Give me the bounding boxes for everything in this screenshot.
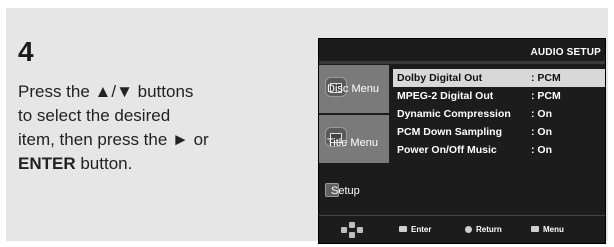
- menu-item-power-on-off-music[interactable]: Power On/Off Music : On: [393, 141, 605, 159]
- instruction-line-4-rest: button.: [75, 154, 133, 173]
- sidebar-item-label: Setup: [331, 185, 360, 197]
- header-divider: [319, 61, 605, 64]
- nav-left-icon: [341, 227, 347, 233]
- sidebar-item-title-menu[interactable]: Title Menu: [319, 115, 389, 163]
- menu-item-value: : On: [531, 108, 552, 120]
- enter-key-label: ENTER: [18, 154, 76, 173]
- footer-return-label: Return: [476, 225, 502, 234]
- footer-enter: Enter: [399, 225, 431, 234]
- menu-item-label: MPEG-2 Digital Out: [397, 90, 494, 102]
- return-icon: [465, 226, 472, 233]
- nav-right-icon: [357, 227, 363, 233]
- menu-item-value: : PCM: [531, 90, 561, 102]
- instruction-line-4: ENTER button.: [18, 152, 288, 176]
- screen-footer: Enter Return Menu: [319, 215, 605, 243]
- footer-menu-label: Menu: [543, 225, 564, 234]
- nav-up-icon: [349, 222, 355, 228]
- navigation-pad-icon: [341, 222, 363, 238]
- footer-menu: Menu: [531, 225, 564, 234]
- screen-header: AUDIO SETUP: [319, 39, 605, 61]
- enter-icon: [399, 226, 407, 232]
- instruction-line-2: to select the desired: [18, 106, 171, 125]
- footer-enter-label: Enter: [411, 225, 432, 234]
- sidebar-item-label: Disc Menu: [327, 83, 379, 95]
- menu-item-label: Dolby Digital Out: [397, 72, 483, 84]
- menu-item-mpeg2-digital-out[interactable]: MPEG-2 Digital Out : PCM: [393, 87, 605, 105]
- menu-item-label: Power On/Off Music: [397, 144, 497, 156]
- menu-item-pcm-down-sampling[interactable]: PCM Down Sampling : On: [393, 123, 605, 141]
- menu-item-dynamic-compression[interactable]: Dynamic Compression : On: [393, 105, 605, 123]
- screen-title: AUDIO SETUP: [530, 47, 601, 58]
- setup-sidebar: Disc Menu Title Menu Setup: [319, 65, 389, 215]
- menu-item-value: : On: [531, 144, 552, 156]
- menu-item-value: : PCM: [531, 72, 561, 84]
- sidebar-item-label: Title Menu: [327, 137, 378, 149]
- sidebar-item-setup[interactable]: Setup: [319, 165, 389, 213]
- menu-item-dolby-digital-out[interactable]: Dolby Digital Out : PCM: [393, 69, 605, 87]
- audio-setup-menu: Dolby Digital Out : PCM MPEG-2 Digital O…: [393, 69, 605, 159]
- menu-icon: [531, 226, 539, 232]
- step-instruction: Press the ▲/▼ buttons to select the desi…: [18, 80, 288, 176]
- footer-return: Return: [465, 225, 502, 234]
- nav-down-icon: [349, 232, 355, 238]
- instruction-line-3: item, then press the ► or: [18, 130, 209, 149]
- menu-item-label: PCM Down Sampling: [397, 126, 502, 138]
- instruction-panel: 4 Press the ▲/▼ buttons to select the de…: [6, 8, 608, 244]
- menu-item-value: : On: [531, 126, 552, 138]
- instruction-line-1: Press the ▲/▼ buttons: [18, 82, 194, 101]
- menu-item-label: Dynamic Compression: [397, 108, 511, 120]
- step-number: 4: [18, 36, 34, 67]
- tv-screen: AUDIO SETUP Disc Menu Title Menu Setup D…: [318, 38, 606, 244]
- sidebar-item-disc-menu[interactable]: Disc Menu: [319, 65, 389, 113]
